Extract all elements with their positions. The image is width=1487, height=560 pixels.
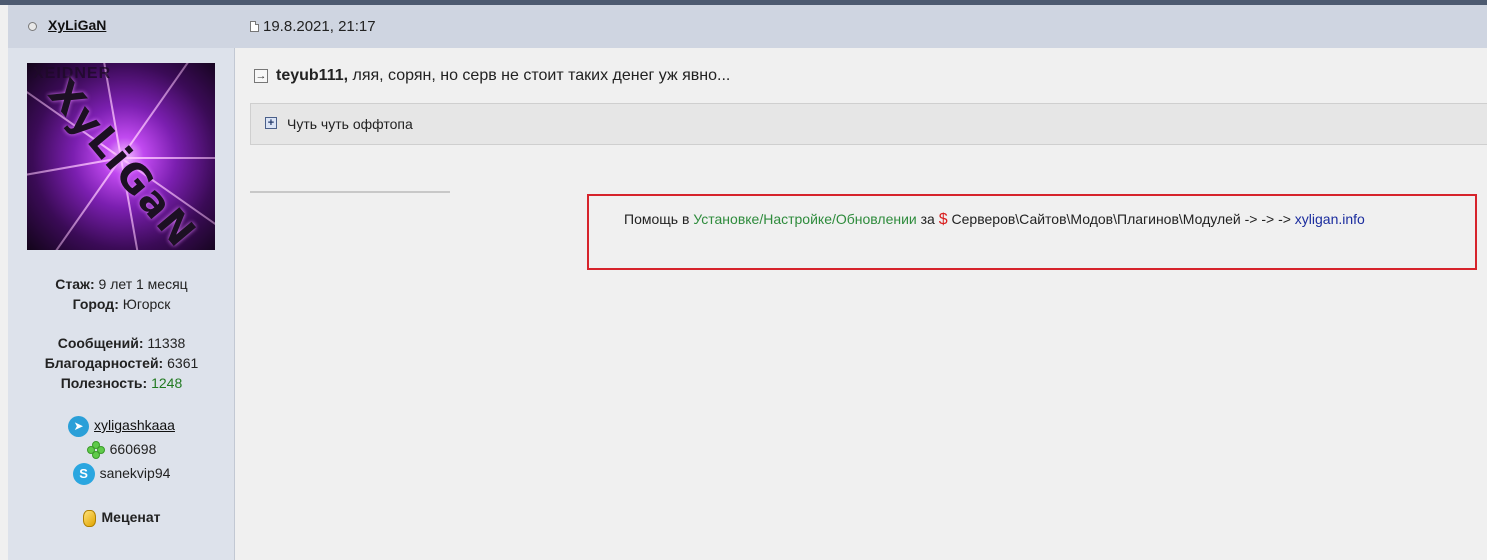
usefulness-value: 1248 bbox=[147, 375, 183, 391]
icq-flower-icon bbox=[86, 441, 105, 460]
telegram-link[interactable]: xyligashkaaa bbox=[94, 417, 175, 433]
signature-highlight-box: Помощь в Установке/Настройке/Обновлении … bbox=[587, 194, 1477, 270]
signature-site-link[interactable]: xyligan.info bbox=[1295, 211, 1365, 227]
signature-divider bbox=[250, 191, 450, 193]
signature-targets: Серверов\Сайтов\Модов\Плагинов\Модулей -… bbox=[947, 211, 1295, 227]
profile-stats-block-1: Стаж: 9 лет 1 месяц Город: Югорск bbox=[8, 274, 235, 314]
thanks-value: 6361 bbox=[163, 355, 199, 371]
icq-number: 660698 bbox=[109, 441, 157, 457]
patron-medal-icon bbox=[82, 509, 96, 527]
signature-text: Помощь в Установке/Настройке/Обновлении … bbox=[624, 211, 1365, 229]
messages-row: Сообщений: 11338 bbox=[8, 333, 235, 353]
city-value: Югорск bbox=[118, 296, 171, 312]
post-header: XyLiGaN 19.8.2021, 21:17 bbox=[8, 5, 1487, 48]
telegram-icon: ➤ bbox=[68, 415, 90, 437]
tenure-row: Стаж: 9 лет 1 месяц bbox=[8, 274, 235, 294]
post-message: → teyub111, ляя, сорян, но серв не стоит … bbox=[254, 67, 730, 85]
patron-rank: Меценат bbox=[101, 509, 161, 525]
tenure-value: 9 лет 1 месяц bbox=[94, 276, 188, 292]
avatar: XEIDNER XyLiGaN bbox=[27, 63, 215, 250]
icq-row: 660698 bbox=[8, 438, 235, 460]
signature-dollar: $ bbox=[938, 211, 948, 228]
user-sidebar: XEIDNER XyLiGaN Стаж: 9 лет 1 месяц Горо… bbox=[8, 48, 235, 560]
rank-row: Меценат bbox=[8, 506, 235, 528]
avatar-logo: XyLiGaN bbox=[38, 71, 205, 250]
offline-status-icon bbox=[28, 22, 37, 31]
telegram-row: ➤ xyligashkaaa bbox=[8, 414, 235, 437]
signature-services: Установке/Настройке/Обновлении bbox=[693, 211, 917, 227]
city-row: Город: Югорск bbox=[8, 294, 235, 314]
username-link[interactable]: XyLiGaN bbox=[48, 17, 106, 33]
profile-stats-block-2: Сообщений: 11338 Благодарностей: 6361 По… bbox=[8, 333, 235, 393]
skype-row: Ssanekvip94 bbox=[8, 462, 235, 486]
tenure-label: Стаж: bbox=[55, 276, 95, 292]
signature-for: за bbox=[916, 211, 939, 227]
reply-to-name: teyub111, bbox=[276, 67, 349, 84]
messages-value: 11338 bbox=[143, 335, 186, 351]
thanks-label: Благодарностей: bbox=[44, 355, 164, 371]
thanks-row: Благодарностей: 6361 bbox=[8, 353, 235, 373]
post-document-icon bbox=[250, 21, 259, 32]
city-label: Город: bbox=[72, 296, 119, 312]
usefulness-row: Полезность: 1248 bbox=[8, 373, 235, 393]
post-date-text: 19.8.2021, 21:17 bbox=[263, 18, 376, 35]
signature-prefix: Помощь в bbox=[624, 211, 694, 227]
messages-label: Сообщений: bbox=[57, 335, 144, 351]
post-date: 19.8.2021, 21:17 bbox=[250, 18, 376, 35]
spoiler-block[interactable]: + Чуть чуть оффтопа bbox=[250, 103, 1487, 145]
skype-icon: S bbox=[72, 463, 95, 486]
post-arrow-icon: → bbox=[254, 69, 268, 83]
usefulness-label: Полезность: bbox=[60, 375, 148, 391]
expand-plus-icon[interactable]: + bbox=[265, 117, 277, 129]
skype-name: sanekvip94 bbox=[99, 465, 171, 481]
spoiler-label[interactable]: Чуть чуть оффтопа bbox=[287, 116, 413, 132]
message-text: ляя, сорян, но серв не стоит таких денег… bbox=[348, 67, 731, 84]
